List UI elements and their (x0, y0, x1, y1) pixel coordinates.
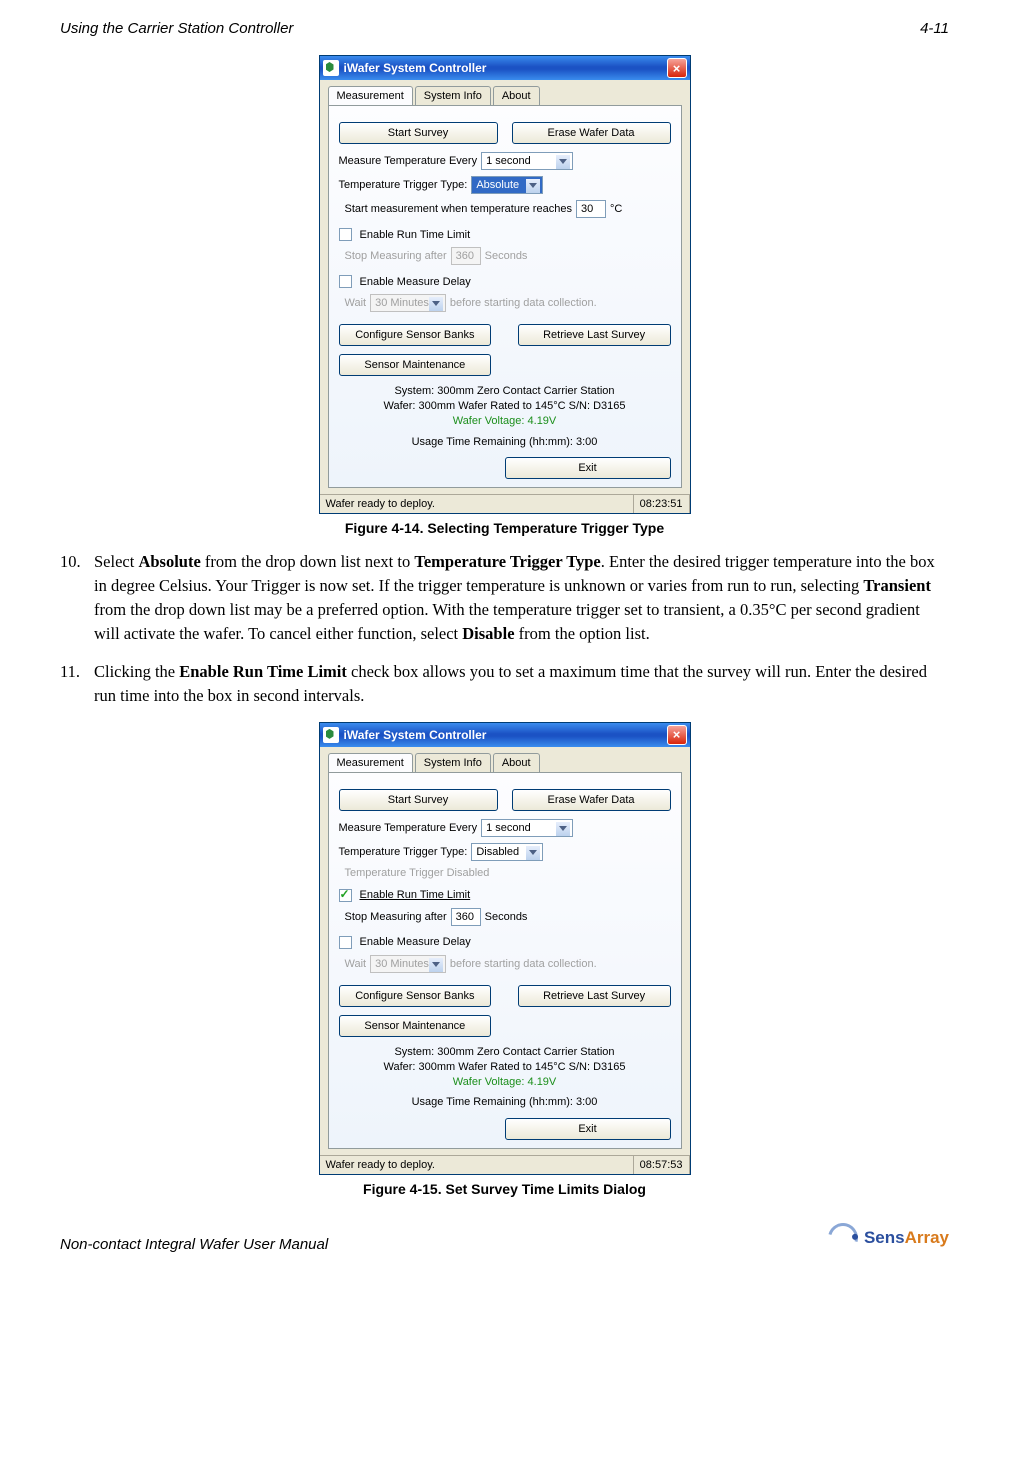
status-text: Wafer ready to deploy. (320, 1156, 634, 1174)
erase-wafer-data-button[interactable]: Erase Wafer Data (512, 122, 671, 144)
logo-swoosh-icon (822, 1218, 863, 1259)
app-icon (323, 60, 339, 76)
window-titlebar: iWafer System Controller × (320, 723, 690, 747)
measure-interval-select[interactable]: 1 second (481, 819, 573, 837)
measure-every-label: Measure Temperature Every (339, 155, 478, 167)
window-title: iWafer System Controller (344, 61, 667, 75)
close-icon[interactable]: × (667, 58, 687, 78)
wafer-voltage: Wafer Voltage: 4.19V (339, 1075, 671, 1090)
status-time: 08:23:51 (634, 495, 690, 513)
usage-time: Usage Time Remaining (hh:mm): 3:00 (339, 435, 671, 450)
stop-after-label: Stop Measuring after (345, 911, 447, 923)
measure-interval-value: 1 second (486, 155, 531, 167)
measure-every-label: Measure Temperature Every (339, 822, 478, 834)
step-11-text: Clicking the Enable Run Time Limit check… (94, 660, 949, 708)
trigger-type-label: Temperature Trigger Type: (339, 179, 468, 191)
trigger-type-label: Temperature Trigger Type: (339, 846, 468, 858)
tab-system-info[interactable]: System Info (415, 86, 491, 105)
stop-after-unit: Seconds (485, 250, 528, 262)
enable-run-time-limit-checkbox[interactable] (339, 889, 352, 902)
wait-select: 30 Minutes (370, 294, 446, 312)
wait-value: 30 Minutes (375, 297, 429, 309)
sensor-maintenance-button[interactable]: Sensor Maintenance (339, 1015, 492, 1037)
tab-system-info[interactable]: System Info (415, 753, 491, 772)
tab-about[interactable]: About (493, 86, 540, 105)
configure-sensor-banks-button[interactable]: Configure Sensor Banks (339, 985, 492, 1007)
figure-4-14-screenshot: iWafer System Controller × Measurement S… (60, 55, 949, 514)
tab-about[interactable]: About (493, 753, 540, 772)
tab-measurement[interactable]: Measurement (328, 86, 413, 105)
chevron-down-icon (529, 183, 537, 188)
wait-label: Wait (345, 297, 367, 309)
window-titlebar: iWafer System Controller × (320, 56, 690, 80)
status-time: 08:57:53 (634, 1156, 690, 1174)
measure-interval-value: 1 second (486, 822, 531, 834)
app-icon (323, 727, 339, 743)
erase-wafer-data-button[interactable]: Erase Wafer Data (512, 789, 671, 811)
measure-interval-select[interactable]: 1 second (481, 152, 573, 170)
step-10-number: 10. (60, 550, 94, 646)
trigger-reach-label: Start measurement when temperature reach… (345, 203, 572, 215)
enable-measure-delay-label: Enable Measure Delay (360, 276, 471, 288)
wait-select: 30 Minutes (370, 955, 446, 973)
configure-sensor-banks-button[interactable]: Configure Sensor Banks (339, 324, 492, 346)
tab-measurement[interactable]: Measurement (328, 753, 413, 772)
page-header-right: 4-11 (920, 20, 949, 37)
enable-run-time-limit-label: Enable Run Time Limit (360, 229, 471, 241)
chevron-down-icon (432, 301, 440, 306)
wait-tail-label: before starting data collection. (450, 297, 597, 309)
stop-after-input[interactable]: 360 (451, 908, 481, 926)
wafer-voltage: Wafer Voltage: 4.19V (339, 414, 671, 429)
figure-4-15-screenshot: iWafer System Controller × Measurement S… (60, 722, 949, 1175)
retrieve-last-survey-button[interactable]: Retrieve Last Survey (518, 324, 671, 346)
trigger-type-select[interactable]: Absolute (471, 176, 543, 194)
sensor-maintenance-button[interactable]: Sensor Maintenance (339, 354, 492, 376)
enable-measure-delay-checkbox[interactable] (339, 275, 352, 288)
wait-value: 30 Minutes (375, 958, 429, 970)
wafer-line: Wafer: 300mm Wafer Rated to 145°C S/N: D… (339, 399, 671, 414)
trigger-disabled-label: Temperature Trigger Disabled (345, 867, 490, 879)
figure-4-15-caption: Figure 4-15. Set Survey Time Limits Dial… (60, 1181, 949, 1197)
wait-label: Wait (345, 958, 367, 970)
system-line: System: 300mm Zero Contact Carrier Stati… (339, 384, 671, 399)
stop-after-label: Stop Measuring after (345, 250, 447, 262)
step-10-text: Select Absolute from the drop down list … (94, 550, 949, 646)
figure-4-14-caption: Figure 4-14. Selecting Temperature Trigg… (60, 520, 949, 536)
system-line: System: 300mm Zero Contact Carrier Stati… (339, 1045, 671, 1060)
usage-time: Usage Time Remaining (hh:mm): 3:00 (339, 1095, 671, 1110)
wait-tail-label: before starting data collection. (450, 958, 597, 970)
chevron-down-icon (432, 962, 440, 967)
retrieve-last-survey-button[interactable]: Retrieve Last Survey (518, 985, 671, 1007)
wafer-line: Wafer: 300mm Wafer Rated to 145°C S/N: D… (339, 1060, 671, 1075)
exit-button[interactable]: Exit (505, 457, 671, 479)
stop-after-input: 360 (451, 247, 481, 265)
enable-run-time-limit-checkbox[interactable] (339, 228, 352, 241)
trigger-type-value: Absolute (476, 179, 519, 191)
chevron-down-icon (559, 826, 567, 831)
sensarray-logo: SensArray (828, 1223, 949, 1253)
trigger-type-value: Disabled (476, 846, 519, 858)
window-title: iWafer System Controller (344, 728, 667, 742)
trigger-type-select[interactable]: Disabled (471, 843, 543, 861)
status-text: Wafer ready to deploy. (320, 495, 634, 513)
page-header-left: Using the Carrier Station Controller (60, 20, 293, 37)
step-11-number: 11. (60, 660, 94, 708)
stop-after-unit: Seconds (485, 911, 528, 923)
start-survey-button[interactable]: Start Survey (339, 122, 498, 144)
chevron-down-icon (559, 159, 567, 164)
footer-manual-title: Non-contact Integral Wafer User Manual (60, 1236, 328, 1253)
trigger-temp-input[interactable]: 30 (576, 200, 606, 218)
close-icon[interactable]: × (667, 725, 687, 745)
enable-measure-delay-checkbox[interactable] (339, 936, 352, 949)
enable-measure-delay-label: Enable Measure Delay (360, 936, 471, 948)
exit-button[interactable]: Exit (505, 1118, 671, 1140)
start-survey-button[interactable]: Start Survey (339, 789, 498, 811)
chevron-down-icon (529, 850, 537, 855)
enable-run-time-limit-label: Enable Run Time Limit (360, 889, 471, 901)
trigger-unit-label: °C (610, 203, 622, 215)
